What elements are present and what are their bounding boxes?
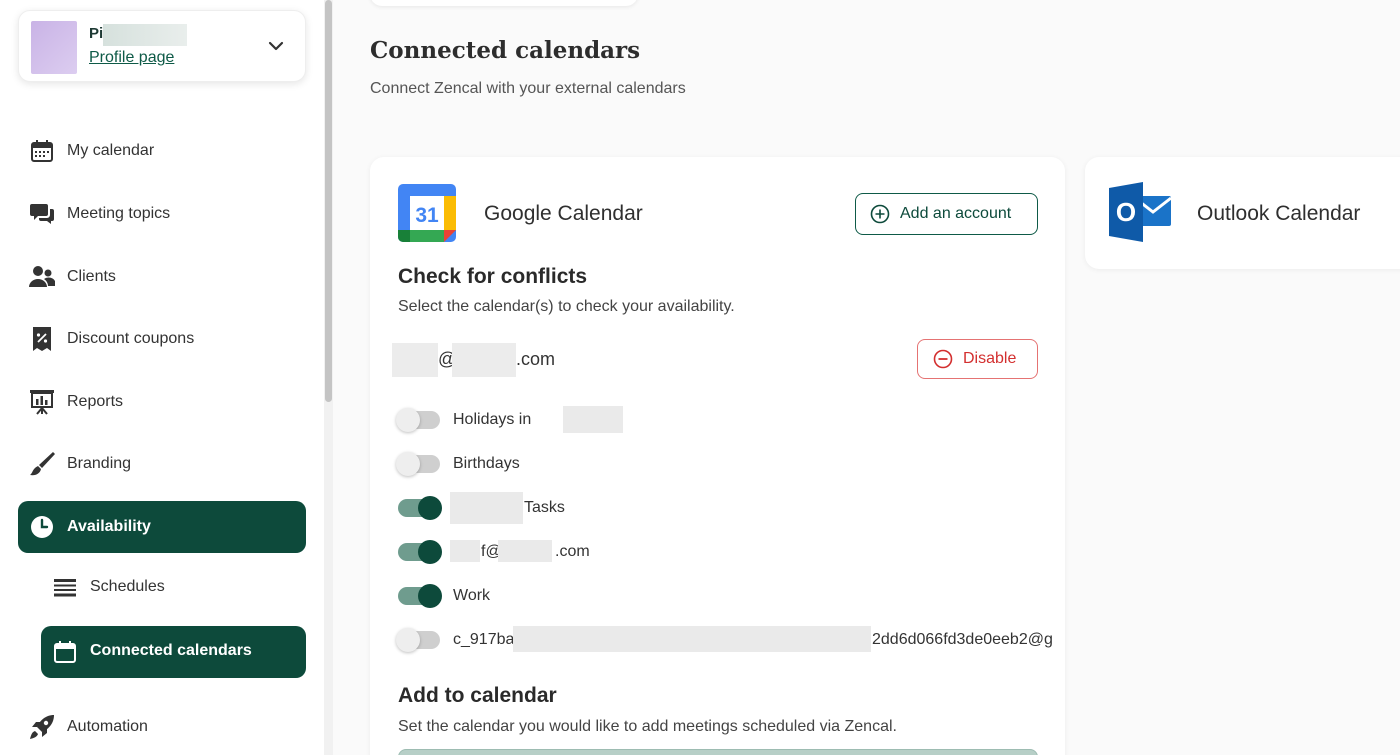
sidebar-item-label: Discount coupons (67, 330, 195, 347)
list-icon (52, 575, 78, 601)
sidebar-item-availability[interactable]: Availability (18, 501, 306, 553)
outlook-logo-text: O (1116, 197, 1136, 227)
avatar (31, 21, 77, 74)
top-card-edge (370, 0, 638, 6)
google-calendar-logo-icon: 31 (398, 184, 456, 242)
disable-label: Disable (963, 350, 1017, 367)
calendar-label: Birthdays (453, 455, 520, 472)
calendar-icon (52, 639, 78, 665)
text-redaction (563, 406, 623, 433)
text-redaction (498, 540, 552, 562)
presentation-chart-icon (29, 389, 55, 415)
sidebar-item-label: Availability (67, 518, 151, 535)
sidebar-item-label: My calendar (67, 142, 155, 159)
calendar-label: Holidays in (453, 411, 532, 428)
sidebar-item-label: Clients (67, 268, 116, 285)
people-icon (29, 264, 55, 290)
add-to-calendar-description: Set the calendar you would like to add m… (398, 718, 897, 735)
calendar-toggle[interactable] (398, 496, 442, 520)
profile-card[interactable]: Pi Profile page (18, 10, 306, 82)
check-conflicts-heading: Check for conflicts (398, 265, 588, 288)
text-redaction (450, 540, 480, 562)
sidebar-subitem-connected-calendars[interactable]: Connected calendars (41, 626, 306, 678)
outlook-logo-icon: O (1109, 182, 1171, 242)
scrollbar-thumb[interactable] (325, 0, 332, 402)
sidebar-item-label: Reports (67, 393, 124, 410)
sidebar-item-label: Meeting topics (67, 205, 171, 222)
sidebar: Pi Profile page My calendar Meeting topi… (0, 0, 324, 755)
coupon-icon (29, 326, 55, 352)
google-calendar-logo-text: 31 (415, 204, 439, 227)
chevron-down-icon[interactable] (267, 37, 285, 55)
add-account-label: Add an account (900, 205, 1012, 222)
calendar-label-end: 2dd6d066fd3de0eeb2@g (872, 631, 1053, 648)
calendar-label: Work (453, 587, 491, 604)
profile-name-redaction (103, 24, 187, 46)
outlook-calendar-title: Outlook Calendar (1197, 202, 1361, 225)
calendar-label-start: c_917ba (453, 631, 515, 648)
plus-circle-icon (870, 204, 890, 224)
calendar-toggle[interactable] (398, 540, 442, 564)
sidebar-scrollbar[interactable] (324, 0, 333, 755)
google-calendar-card: 31 Google Calendar Add an account Check … (370, 157, 1065, 755)
calendar-toggle[interactable] (396, 452, 440, 476)
sidebar-item-label: Schedules (90, 578, 165, 595)
clock-icon (29, 514, 55, 540)
google-calendar-title: Google Calendar (484, 202, 643, 225)
page-title: Connected calendars (370, 37, 641, 64)
calendar-toggle-row: f@ .com (398, 537, 1078, 567)
rocket-icon (29, 714, 55, 740)
calendar-toggle-row: Work (398, 581, 1078, 611)
outlook-calendar-card[interactable]: O Outlook Calendar (1085, 157, 1400, 269)
sidebar-item-label: Branding (67, 455, 132, 472)
minus-circle-icon (933, 349, 953, 369)
calendar-toggle[interactable] (396, 628, 440, 652)
calendar-label: Tasks (524, 499, 565, 516)
profile-page-link[interactable]: Profile page (89, 49, 174, 67)
sidebar-item-discount-coupons[interactable]: Discount coupons (18, 313, 306, 365)
calendar-toggle-row: Holidays in (396, 405, 1078, 435)
calendar-toggle[interactable] (398, 584, 442, 608)
sidebar-item-reports[interactable]: Reports (18, 376, 306, 428)
calendar-label-end: .com (555, 543, 590, 560)
account-domain: .com (516, 349, 556, 369)
sidebar-item-my-calendar[interactable]: My calendar (18, 125, 306, 177)
text-redaction (513, 626, 871, 652)
calendar-toggle-row: Birthdays (396, 449, 1078, 479)
sidebar-item-label: Automation (67, 718, 148, 735)
calendar-icon (29, 138, 55, 164)
chat-bubbles-icon (29, 201, 55, 227)
sidebar-item-clients[interactable]: Clients (18, 251, 306, 303)
account-redaction (452, 343, 516, 377)
paintbrush-icon (29, 451, 55, 477)
calendar-toggle-row: Tasks (398, 492, 1078, 524)
sidebar-subitem-schedules[interactable]: Schedules (41, 562, 306, 614)
account-redaction (392, 343, 438, 377)
disable-button[interactable]: Disable (917, 339, 1038, 379)
sidebar-item-automation[interactable]: Automation (18, 701, 306, 753)
add-to-calendar-heading: Add to calendar (398, 684, 557, 707)
page-subtitle: Connect Zencal with your external calend… (370, 80, 686, 97)
profile-name: Pi (89, 25, 104, 42)
check-conflicts-description: Select the calendar(s) to check your ava… (398, 298, 735, 315)
calendar-select[interactable] (398, 749, 1038, 755)
text-redaction (450, 492, 523, 524)
add-account-button[interactable]: Add an account (855, 193, 1038, 235)
calendar-toggle[interactable] (396, 408, 440, 432)
calendar-toggle-row: c_917ba 2dd6d066fd3de0eeb2@g (396, 625, 1078, 655)
sidebar-item-meeting-topics[interactable]: Meeting topics (18, 188, 306, 240)
sidebar-item-label: Connected calendars (90, 642, 252, 659)
sidebar-item-branding[interactable]: Branding (18, 438, 306, 490)
